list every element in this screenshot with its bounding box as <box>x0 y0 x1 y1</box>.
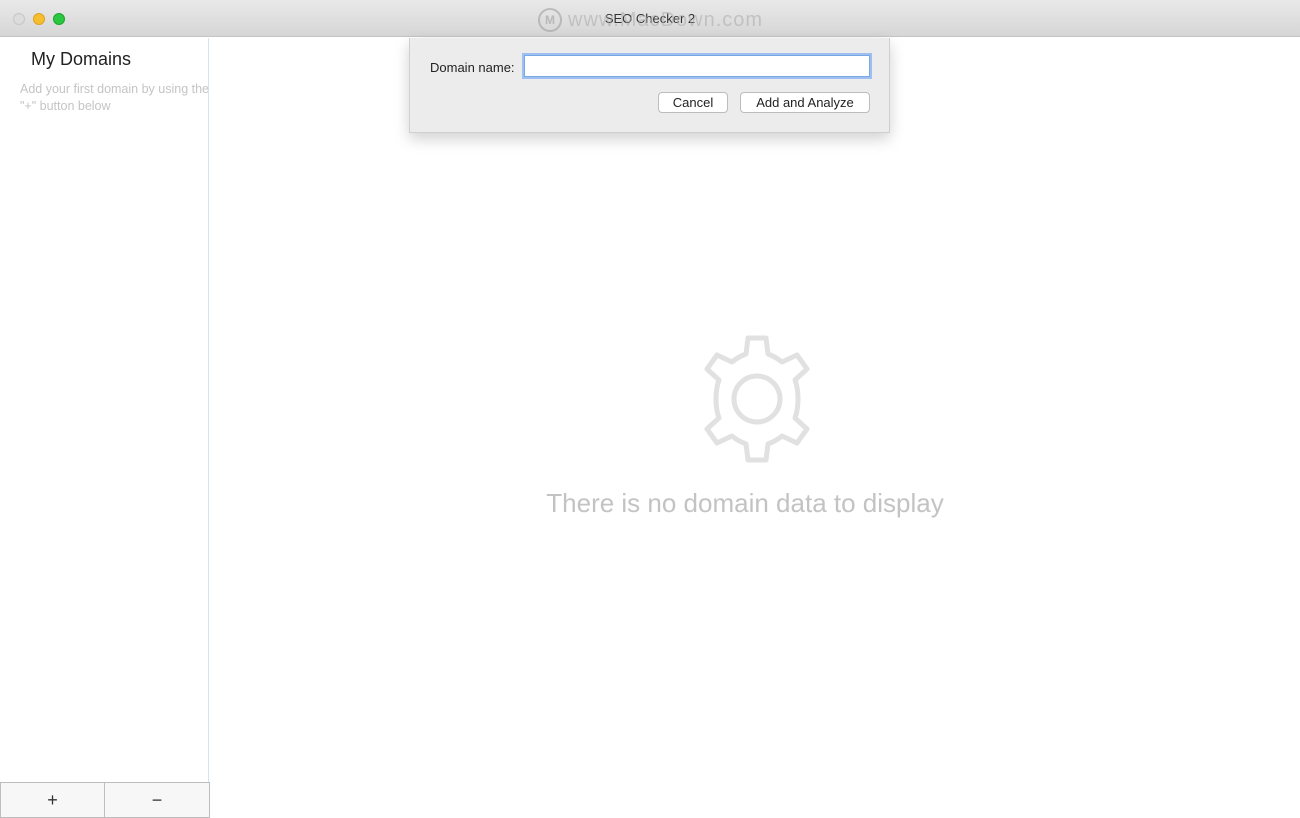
domain-name-label: Domain name: <box>430 60 515 75</box>
app-window: SEO Checker 2 M www.MacDown.com My Domai… <box>0 0 1300 818</box>
add-domain-sheet: Domain name: Cancel Add and Analyze <box>409 38 890 133</box>
sidebar-title: My Domains <box>31 49 132 69</box>
remove-domain-button[interactable]: − <box>105 782 210 818</box>
watermark-logo-icon: M <box>538 8 562 32</box>
watermark-text: www.MacDown.com <box>568 8 764 31</box>
cancel-button[interactable]: Cancel <box>658 92 728 113</box>
watermark: M www.MacDown.com <box>538 8 763 32</box>
add-and-analyze-button[interactable]: Add and Analyze <box>740 92 870 113</box>
sidebar-hint: Add your first domain by using the "+" b… <box>20 82 209 113</box>
sidebar-footer: + − <box>0 782 210 818</box>
empty-state-message: There is no domain data to display <box>546 488 944 518</box>
main-content: There is no domain data to display <box>210 38 1300 818</box>
gear-icon <box>692 334 822 464</box>
domain-name-input[interactable] <box>522 53 872 79</box>
add-domain-button[interactable]: + <box>0 782 105 818</box>
sidebar: My Domains Add your first domain by usin… <box>0 38 210 818</box>
title-bar: SEO Checker 2 M www.MacDown.com <box>0 0 1300 37</box>
